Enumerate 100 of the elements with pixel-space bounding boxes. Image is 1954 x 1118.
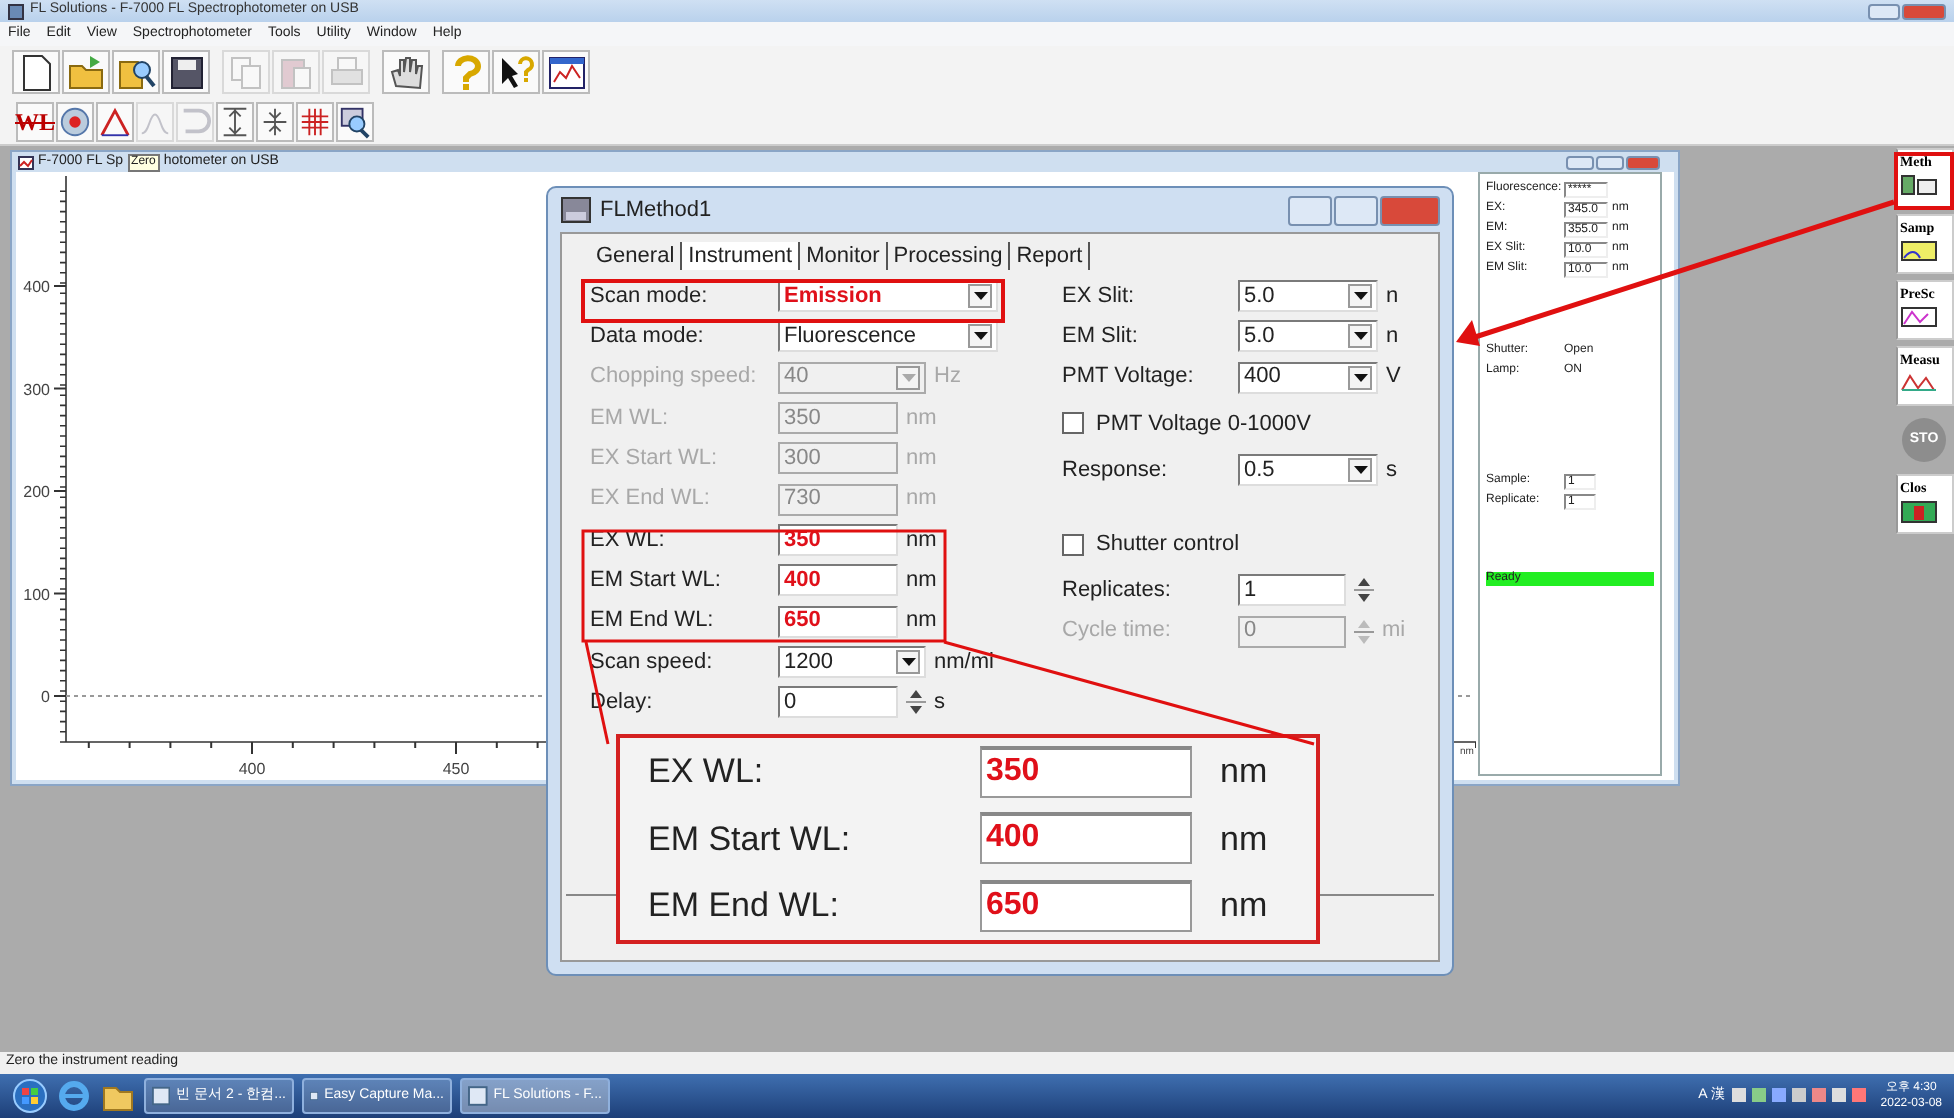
unit-label: V	[1386, 362, 1401, 393]
tool-icon	[1900, 499, 1938, 523]
tab[interactable]: Processing	[887, 242, 1011, 270]
hand-icon	[385, 51, 427, 93]
tool-icon	[1900, 305, 1938, 329]
unit-label: n	[1386, 281, 1399, 312]
input-field[interactable]: 650	[778, 605, 898, 638]
spin-field[interactable]: 1	[1238, 574, 1346, 607]
input-field: 350	[980, 745, 1192, 798]
field-label: Cycle time:	[1062, 616, 1173, 647]
unit-label: nm	[906, 403, 937, 434]
wl-button[interactable]: WL	[16, 101, 54, 141]
unit-label: nm	[906, 565, 937, 596]
field-label: EX WL:	[648, 750, 766, 795]
toolbar-button[interactable]	[336, 101, 374, 141]
tab[interactable]: Instrument	[682, 242, 801, 270]
field-label: Chopping speed:	[590, 362, 759, 393]
tick-label: 400	[238, 760, 266, 778]
dropdown-field[interactable]: 5.0	[1238, 280, 1378, 313]
unit-label: nm	[906, 444, 937, 475]
unit-label: nm/mi	[934, 647, 994, 678]
browser-icon[interactable]	[56, 1078, 92, 1114]
unit-label: nm	[1220, 750, 1268, 795]
save-icon	[165, 51, 207, 93]
minimize-button[interactable]	[1868, 3, 1900, 19]
toolbar-button[interactable]	[542, 50, 590, 94]
maximize-button[interactable]	[1334, 195, 1378, 225]
copy-icon	[225, 51, 267, 93]
checkbox[interactable]: PMT Voltage 0-1000V	[1062, 407, 1311, 441]
dropdown-field[interactable]: 400	[1238, 361, 1378, 394]
field-label: EM Start WL:	[648, 817, 853, 862]
dropdown-field[interactable]: 0.5	[1238, 454, 1378, 487]
unit-label: Hz	[934, 362, 961, 393]
field-label: EX Start WL:	[590, 444, 720, 475]
dialog-title: FLMethod1	[600, 195, 712, 226]
start-button[interactable]	[12, 1078, 48, 1114]
toolbar-button[interactable]	[112, 50, 160, 94]
unit-label: s	[1386, 455, 1397, 486]
unit-label: nm	[1220, 817, 1268, 862]
unit-label: s	[934, 687, 945, 718]
spin-buttons-icon[interactable]	[906, 686, 926, 719]
unit-label: nm	[906, 606, 937, 637]
input-field[interactable]: 400	[778, 564, 898, 597]
tab[interactable]: Report	[1010, 242, 1091, 270]
dialog-icon	[560, 194, 592, 226]
app-icon	[152, 1086, 171, 1106]
unit-label: n	[1386, 322, 1399, 353]
grid-icon	[298, 103, 332, 139]
toolbar-button[interactable]	[96, 101, 134, 141]
input-field: 650	[980, 880, 1192, 933]
toolbar-button[interactable]	[256, 101, 294, 141]
open-folder-icon	[65, 51, 107, 93]
app-icon	[468, 1086, 488, 1106]
minimize-button[interactable]	[1566, 155, 1594, 169]
field-label: Data mode:	[590, 322, 706, 353]
tab[interactable]: Monitor	[800, 242, 888, 270]
field-label: EM Slit:	[1062, 322, 1140, 353]
field-label: EM End WL:	[648, 884, 841, 929]
toolbar-button[interactable]	[12, 50, 60, 94]
expand-icon	[218, 103, 252, 139]
toolbar-button[interactable]	[162, 50, 210, 94]
dropdown-field[interactable]: 1200	[778, 645, 926, 678]
close-button[interactable]	[1902, 3, 1946, 19]
field-label: EM End WL:	[590, 606, 716, 637]
field-label: EM Start WL:	[590, 565, 723, 596]
minimize-button[interactable]	[1288, 195, 1332, 225]
unit-label: nm	[906, 525, 937, 556]
toolbar-button[interactable]	[216, 101, 254, 141]
close-button[interactable]	[1380, 195, 1440, 225]
toolbar-button[interactable]	[492, 50, 540, 94]
toolbar-button[interactable]	[382, 50, 430, 94]
app-icon	[310, 1086, 319, 1106]
field-label: EX Slit:	[1062, 281, 1137, 312]
chart-window-icon	[545, 51, 587, 93]
field-label: Scan speed:	[590, 647, 715, 678]
shrink-icon	[258, 103, 292, 139]
tool-icon	[1900, 239, 1938, 263]
peak-icon	[98, 103, 132, 139]
maximize-button[interactable]	[1596, 155, 1624, 169]
input-field: 400	[980, 812, 1192, 865]
highlight-frame	[1894, 152, 1954, 210]
dropdown-field[interactable]: 5.0	[1238, 320, 1378, 353]
spin-field[interactable]: 0	[778, 686, 898, 719]
data-search-icon	[338, 103, 372, 139]
tool-icon	[1900, 173, 1938, 197]
field-label: Replicates:	[1062, 576, 1173, 607]
unit-label: mi	[1382, 616, 1406, 647]
tick-label: 0	[41, 688, 50, 706]
close-button[interactable]	[1626, 155, 1660, 169]
unit-label: nm	[1220, 884, 1268, 929]
tool-icon	[1900, 371, 1938, 395]
field-label: EM WL:	[590, 403, 671, 434]
checkbox[interactable]: Shutter control	[1062, 527, 1240, 561]
tick-label: 400	[23, 278, 50, 296]
tick-label: 450	[442, 760, 470, 778]
spin-buttons-icon[interactable]	[1354, 574, 1374, 607]
tick-label: 300	[23, 380, 50, 399]
field-label: EX End WL:	[590, 484, 712, 515]
tick-label: 100	[23, 585, 50, 604]
field-label: PMT Voltage:	[1062, 362, 1196, 393]
